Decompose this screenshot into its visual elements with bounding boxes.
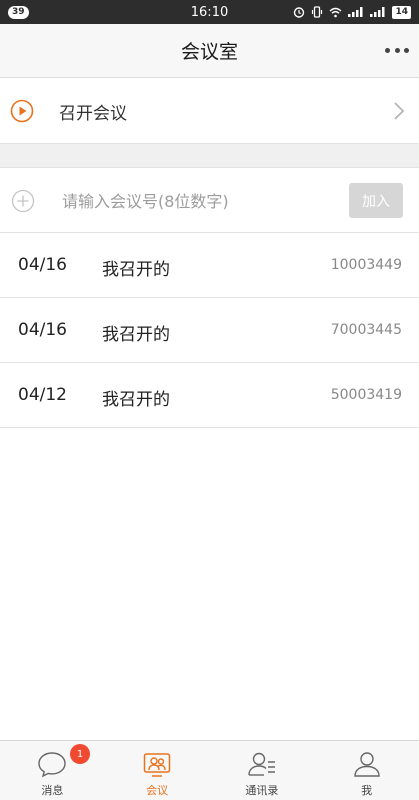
join-button[interactable]: 加入 bbox=[349, 183, 403, 218]
section-divider bbox=[0, 144, 419, 168]
play-icon bbox=[10, 99, 34, 123]
meeting-history-list: 04/16 我召开的 10003449 04/16 我召开的 70003445 … bbox=[0, 233, 419, 428]
tab-label: 通讯录 bbox=[245, 784, 279, 797]
chevron-right-icon bbox=[394, 102, 405, 120]
meeting-title: 我召开的 bbox=[102, 390, 170, 410]
meeting-date: 04/16 bbox=[18, 320, 67, 340]
tab-messages[interactable]: 1 消息 bbox=[0, 741, 105, 800]
meeting-title: 我召开的 bbox=[102, 325, 170, 345]
meeting-icon bbox=[143, 753, 171, 777]
chat-bubble-icon bbox=[38, 752, 67, 778]
meeting-date: 04/16 bbox=[18, 255, 67, 275]
tab-contacts[interactable]: 通讯录 bbox=[210, 741, 315, 800]
meeting-title: 我召开的 bbox=[102, 260, 170, 280]
start-meeting-row[interactable]: 召开会议 bbox=[0, 79, 419, 144]
meeting-id: 70003445 bbox=[330, 322, 402, 338]
more-dot-icon bbox=[404, 47, 409, 53]
tab-label: 会议 bbox=[146, 784, 169, 797]
tab-label: 消息 bbox=[41, 784, 64, 797]
vibrate-icon bbox=[312, 6, 323, 18]
meeting-date: 04/12 bbox=[18, 385, 67, 405]
tab-meetings[interactable]: 会议 bbox=[105, 741, 210, 800]
profile-icon bbox=[353, 752, 380, 777]
bottom-tab-bar: 1 消息 会议 通讯录 我 bbox=[0, 740, 419, 800]
battery-indicator: 14 bbox=[392, 5, 411, 19]
meeting-number-input[interactable] bbox=[62, 184, 338, 218]
unread-badge: 1 bbox=[70, 744, 90, 764]
wifi-icon bbox=[329, 7, 342, 17]
meeting-id: 10003449 bbox=[330, 257, 402, 273]
start-meeting-label: 召开会议 bbox=[59, 103, 127, 124]
signal-icon-2 bbox=[370, 7, 385, 17]
tab-label: 我 bbox=[361, 784, 373, 797]
tab-me[interactable]: 我 bbox=[314, 741, 419, 800]
list-item[interactable]: 04/16 我召开的 10003449 bbox=[0, 233, 419, 298]
page-title: 会议室 bbox=[180, 41, 238, 63]
notification-count-badge: 39 bbox=[8, 5, 29, 19]
join-meeting-row: 加入 bbox=[0, 168, 419, 233]
plus-circle-icon bbox=[11, 189, 35, 213]
list-item[interactable]: 04/16 我召开的 70003445 bbox=[0, 298, 419, 363]
more-menu-button[interactable] bbox=[385, 40, 409, 60]
more-dot-icon bbox=[385, 47, 390, 53]
list-item[interactable]: 04/12 我召开的 50003419 bbox=[0, 363, 419, 428]
meeting-id: 50003419 bbox=[330, 387, 402, 403]
alarm-icon bbox=[294, 7, 305, 18]
contacts-icon bbox=[248, 752, 275, 776]
signal-icon bbox=[348, 7, 363, 17]
more-dot-icon bbox=[394, 47, 400, 53]
status-bar: 39 16:10 14 bbox=[0, 0, 419, 24]
navigation-header: 会议室 bbox=[0, 24, 419, 78]
